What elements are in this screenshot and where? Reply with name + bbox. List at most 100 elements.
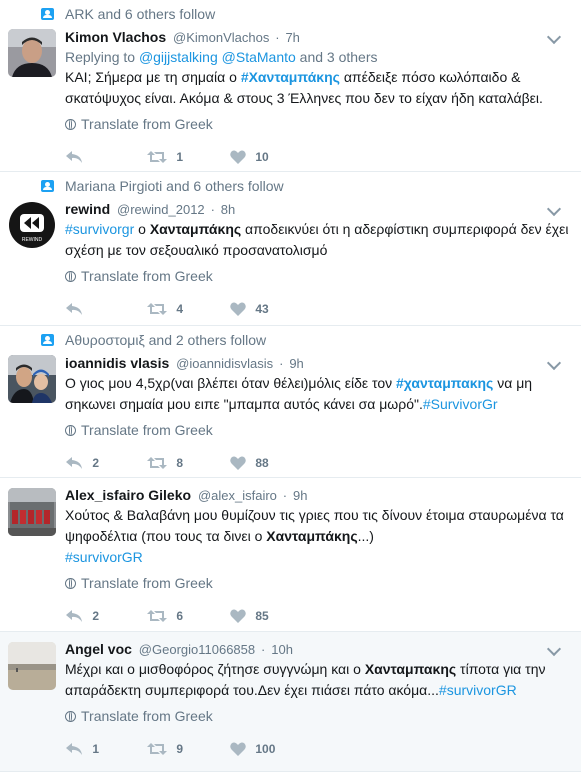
mention-link[interactable]: @gijjstalking xyxy=(139,49,218,65)
author-handle[interactable]: @KimonVlachos xyxy=(173,30,269,45)
retweet-count: 8 xyxy=(176,455,184,470)
tweet-text-part: ...) xyxy=(357,528,374,544)
retweet-button[interactable]: 6 xyxy=(147,605,183,625)
reply-button[interactable] xyxy=(65,146,89,166)
translate-link[interactable]: Translate from Greek xyxy=(65,420,569,441)
tweet-item[interactable]: Alex_isfairo Gileko @alex_isfairo · 9h Χ… xyxy=(0,478,581,632)
reply-button[interactable]: 1 xyxy=(65,738,99,758)
reply-button[interactable] xyxy=(65,298,89,318)
avatar[interactable] xyxy=(8,29,56,77)
translate-link[interactable]: Translate from Greek xyxy=(65,573,569,594)
reply-count: 2 xyxy=(92,608,100,623)
tweet-text: Ο γιος μου 4,5χρ(ναι βλέπει όταν θέλει)μ… xyxy=(65,373,569,415)
translate-link[interactable]: Translate from Greek xyxy=(65,114,569,135)
author-handle[interactable]: @ioannidisvlasis xyxy=(176,356,273,371)
chevron-down-icon[interactable] xyxy=(546,355,562,371)
tweet-text: #survivorgr ο Χανταμπάκης αποδεικνύει ότ… xyxy=(65,219,569,261)
retweet-count: 4 xyxy=(176,301,184,316)
heart-icon xyxy=(230,609,246,623)
separator-dot: · xyxy=(279,356,284,371)
like-button[interactable]: 10 xyxy=(230,146,269,166)
tweet-item[interactable]: Αθυροστομιξ and 2 others follow ioannidi… xyxy=(0,326,581,478)
author-name[interactable]: Angel voc xyxy=(65,641,132,657)
replying-suffix[interactable]: and 3 others xyxy=(300,49,378,65)
heart-icon xyxy=(230,302,246,316)
like-button[interactable]: 88 xyxy=(230,452,269,472)
retweet-button[interactable]: 4 xyxy=(147,298,183,318)
follower-icon xyxy=(41,8,54,20)
avatar[interactable] xyxy=(8,488,56,536)
retweet-button[interactable]: 9 xyxy=(147,738,183,758)
reply-button[interactable]: 2 xyxy=(65,452,99,472)
globe-icon xyxy=(65,425,76,436)
tweet-item[interactable]: Angel voc @Georgio11066858 · 10h Μέχρι κ… xyxy=(0,632,581,772)
tweet-actions: 1 9 100 xyxy=(65,733,569,767)
replying-to: Replying to @gijjstalking @StaManto and … xyxy=(65,47,569,67)
like-count: 88 xyxy=(255,455,269,470)
tweet-actions: 4 43 xyxy=(65,293,569,327)
mention-link[interactable]: @StaManto xyxy=(222,49,296,65)
translate-label: Translate from Greek xyxy=(81,575,213,591)
reply-icon xyxy=(66,609,82,622)
hashtag-link[interactable]: #survivorGR xyxy=(439,682,517,698)
translate-link[interactable]: Translate from Greek xyxy=(65,706,569,727)
translate-label: Translate from Greek xyxy=(81,422,213,438)
like-count: 10 xyxy=(255,149,269,164)
hashtag-link[interactable]: #survivorGR xyxy=(65,549,143,565)
tweet-keyword: Χανταμπακης xyxy=(364,661,457,677)
globe-icon xyxy=(65,578,76,589)
retweet-button[interactable]: 1 xyxy=(147,146,183,166)
avatar[interactable] xyxy=(8,642,56,690)
timestamp[interactable]: 9h xyxy=(293,488,307,503)
tweet-item[interactable]: Mariana Pirgioti and 6 others follow REW… xyxy=(0,172,581,326)
social-context-text: Αθυροστομιξ and 2 others follow xyxy=(65,332,267,348)
like-button[interactable]: 43 xyxy=(230,298,269,318)
tweet-item[interactable]: ARK and 6 others follow Kimon Vlachos @K… xyxy=(0,0,581,172)
social-context-text: Mariana Pirgioti and 6 others follow xyxy=(65,178,284,194)
social-context: Αθυροστομιξ and 2 others follow xyxy=(41,326,569,354)
tweet-header: rewind @rewind_2012 · 8h xyxy=(65,200,569,219)
tweet-actions: 2 8 88 xyxy=(65,447,569,481)
author-name[interactable]: Alex_isfairo Gileko xyxy=(65,487,191,503)
author-name[interactable]: rewind xyxy=(65,201,110,217)
chevron-down-icon[interactable] xyxy=(546,29,562,45)
hashtag-link[interactable]: #survivorgr xyxy=(65,221,134,237)
tweet-text-part: ο xyxy=(134,221,150,237)
chevron-down-icon[interactable] xyxy=(546,641,562,657)
hashtag-link[interactable]: #χανταμπακης xyxy=(396,375,493,391)
like-button[interactable]: 85 xyxy=(230,605,269,625)
reply-count: 2 xyxy=(92,455,100,470)
author-name[interactable]: ioannidis vlasis xyxy=(65,355,169,371)
translate-label: Translate from Greek xyxy=(81,268,213,284)
retweet-icon xyxy=(147,302,167,315)
tweet-actions: 1 10 xyxy=(65,141,569,175)
social-context-text: ARK and 6 others follow xyxy=(65,6,216,22)
like-count: 43 xyxy=(255,301,269,316)
translate-label: Translate from Greek xyxy=(81,116,213,132)
author-handle[interactable]: @alex_isfairo xyxy=(198,488,277,503)
tweet-text-part: ΚΑΙ; Σήμερα με τη σημαία ο xyxy=(65,69,241,85)
hashtag-link[interactable]: #SurvivorGr xyxy=(423,396,498,412)
timestamp[interactable]: 8h xyxy=(221,202,235,217)
timestamp[interactable]: 9h xyxy=(289,356,303,371)
tweet-feed: ARK and 6 others follow Kimon Vlachos @K… xyxy=(0,0,581,772)
timestamp[interactable]: 10h xyxy=(271,642,293,657)
reply-button[interactable]: 2 xyxy=(65,605,99,625)
like-count: 85 xyxy=(255,608,269,623)
chevron-down-icon[interactable] xyxy=(546,201,562,217)
author-handle[interactable]: @Georgio11066858 xyxy=(139,642,255,657)
tweet-header: Angel voc @Georgio11066858 · 10h xyxy=(65,640,569,659)
avatar[interactable] xyxy=(8,355,56,403)
like-button[interactable]: 100 xyxy=(230,738,275,758)
timestamp[interactable]: 7h xyxy=(285,30,299,45)
separator-dot: · xyxy=(275,30,280,45)
follower-icon xyxy=(41,180,54,192)
globe-icon xyxy=(65,119,76,130)
author-name[interactable]: Kimon Vlachos xyxy=(65,29,166,45)
translate-link[interactable]: Translate from Greek xyxy=(65,266,569,287)
retweet-button[interactable]: 8 xyxy=(147,452,183,472)
author-handle[interactable]: @rewind_2012 xyxy=(117,202,205,217)
reply-icon xyxy=(66,742,82,755)
hashtag-link[interactable]: #Χανταμπάκης xyxy=(241,69,340,85)
avatar[interactable]: REWIND xyxy=(8,201,56,249)
